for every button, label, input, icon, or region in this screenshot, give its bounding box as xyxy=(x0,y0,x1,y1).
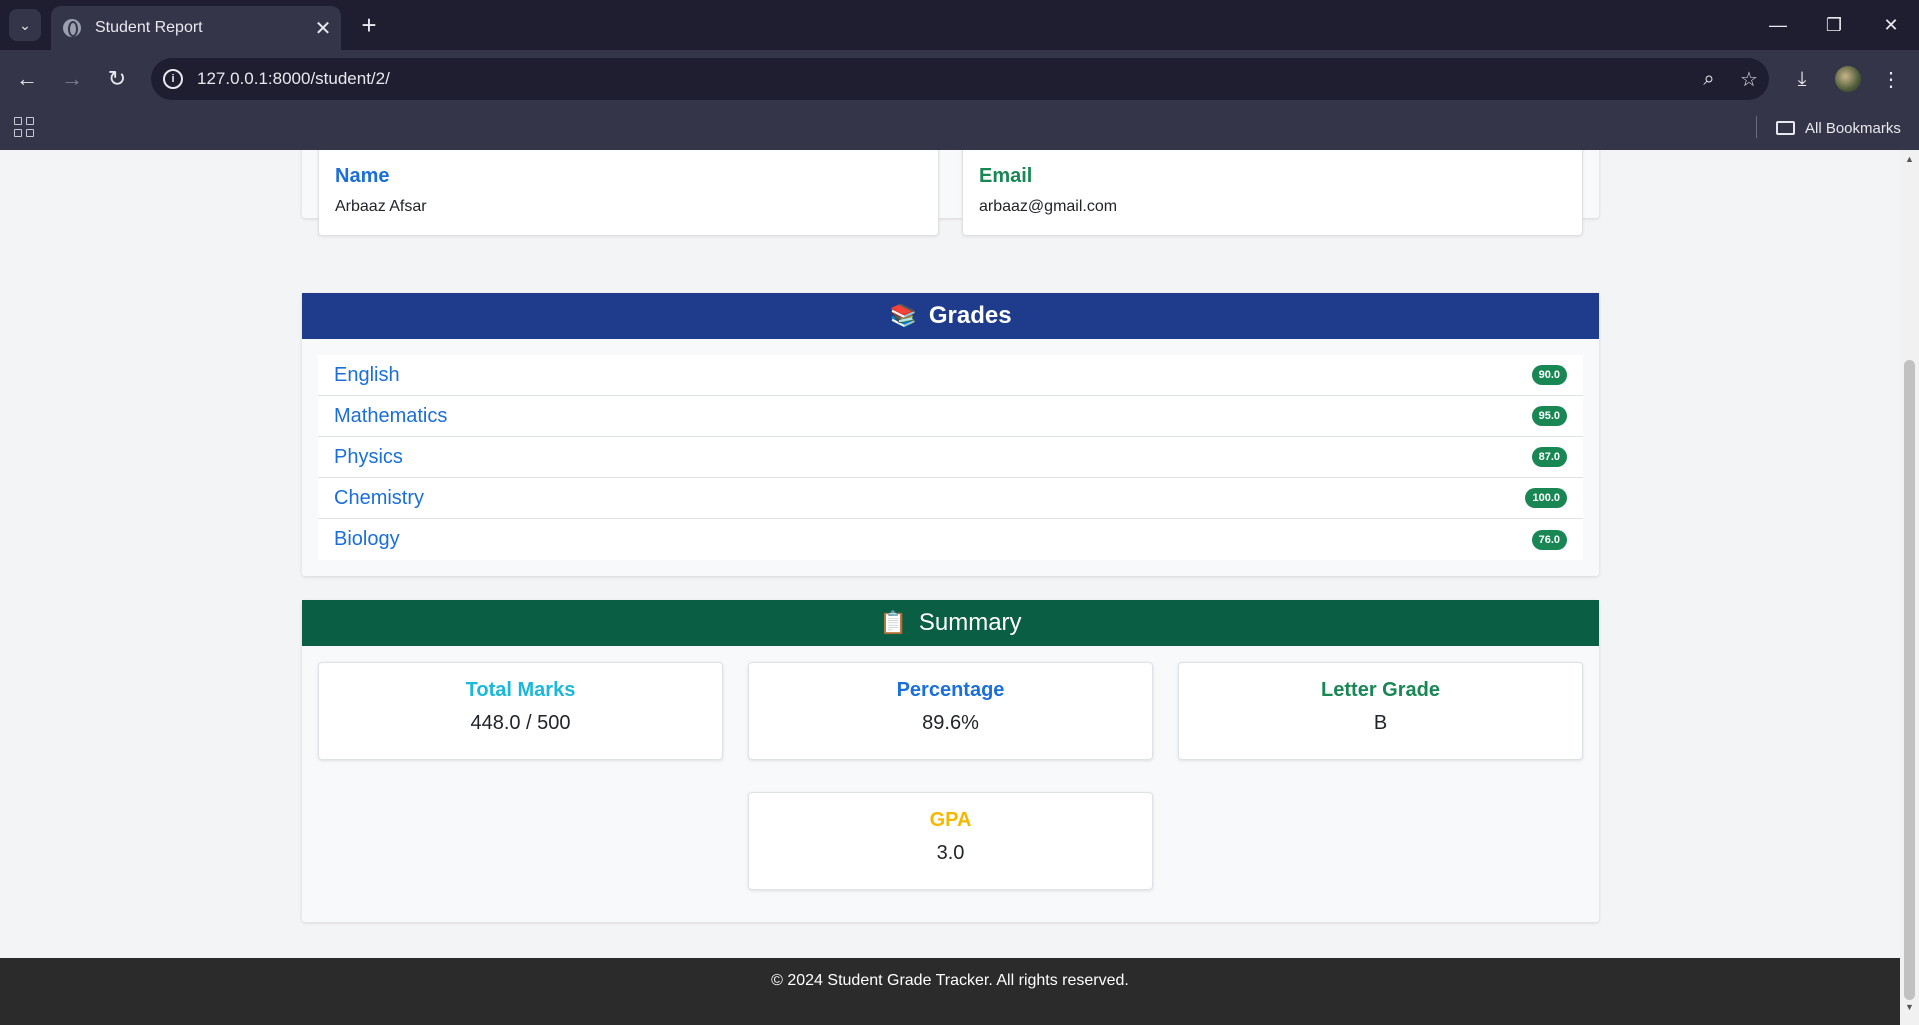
student-info-section: Name Arbaaz Afsar Email arbaaz@gmail.com xyxy=(302,150,1599,236)
grades-header: 📚 Grades xyxy=(302,293,1599,339)
url-text[interactable]: 127.0.0.1:8000/student/2/ xyxy=(197,69,1689,89)
site-info-icon[interactable]: i xyxy=(163,69,183,89)
page-scrollbar[interactable]: ▲ ▼ xyxy=(1900,150,1919,1025)
grades-section: 📚 Grades English 90.0 Mathematics 95.0 P… xyxy=(302,293,1599,576)
subject-name[interactable]: Chemistry xyxy=(334,487,424,510)
clipboard-icon: 📋 xyxy=(879,610,907,635)
address-bar[interactable]: i 127.0.0.1:8000/student/2/ ⌕ ☆ xyxy=(151,58,1769,100)
letter-grade-card: Letter Grade B xyxy=(1178,662,1583,760)
folder-icon xyxy=(1776,121,1795,135)
footer: © 2024 Student Grade Tracker. All rights… xyxy=(0,958,1900,1025)
profile-avatar[interactable] xyxy=(1830,62,1866,96)
list-item: English 90.0 xyxy=(318,355,1583,396)
score-badge: 87.0 xyxy=(1531,447,1567,467)
restore-button[interactable]: ❐ xyxy=(1806,0,1862,50)
list-item: Biology 76.0 xyxy=(318,519,1583,560)
browser-toolbar: ← → ↻ i 127.0.0.1:8000/student/2/ ⌕ ☆ ⤓ … xyxy=(0,50,1919,108)
bookmark-star-icon[interactable]: ☆ xyxy=(1729,67,1769,92)
gpa-card: GPA 3.0 xyxy=(748,792,1153,890)
tab-student-report[interactable]: Student Report ✕ xyxy=(51,6,341,50)
back-icon[interactable]: ← xyxy=(10,62,44,96)
score-badge: 90.0 xyxy=(1531,365,1567,385)
name-label: Name xyxy=(335,165,390,187)
all-bookmarks-button[interactable]: All Bookmarks xyxy=(1776,116,1901,140)
scroll-down-icon[interactable]: ▼ xyxy=(1905,1002,1914,1012)
close-window-button[interactable]: ✕ xyxy=(1863,0,1919,50)
download-icon[interactable]: ⤓ xyxy=(1784,62,1820,96)
gpa-value: 3.0 xyxy=(936,842,965,864)
tab-bar: ⌄ Student Report ✕ + — ❐ ✕ xyxy=(0,0,1919,50)
scroll-up-icon[interactable]: ▲ xyxy=(1905,154,1914,164)
footer-text: © 2024 Student Grade Tracker. All rights… xyxy=(771,972,1129,989)
avatar xyxy=(1835,66,1861,92)
summary-header: 📋 Summary xyxy=(302,600,1599,646)
summary-title: Summary xyxy=(918,609,1022,636)
scroll-thumb[interactable] xyxy=(1904,360,1915,1000)
subject-name[interactable]: Physics xyxy=(334,446,403,469)
email-value: arbaaz@gmail.com xyxy=(979,198,1118,215)
email-label: Email xyxy=(979,165,1033,187)
list-item: Chemistry 100.0 xyxy=(318,478,1583,519)
percentage-label: Percentage xyxy=(896,679,1005,701)
bookmarks-divider xyxy=(1756,116,1757,138)
books-icon: 📚 xyxy=(889,303,917,328)
percentage-card: Percentage 89.6% xyxy=(748,662,1153,760)
subject-name[interactable]: Mathematics xyxy=(334,405,447,428)
score-badge: 100.0 xyxy=(1525,488,1567,508)
name-card: Name Arbaaz Afsar xyxy=(318,150,939,236)
subject-name[interactable]: English xyxy=(334,364,400,387)
letter-grade-value: B xyxy=(1373,712,1388,734)
close-tab-icon[interactable]: ✕ xyxy=(305,16,341,41)
score-badge: 76.0 xyxy=(1531,529,1567,550)
subject-name[interactable]: Biology xyxy=(334,528,400,551)
score-badge: 95.0 xyxy=(1531,406,1567,426)
apps-grid-icon[interactable] xyxy=(14,117,34,137)
grades-title: Grades xyxy=(928,302,1012,329)
new-tab-button[interactable]: + xyxy=(352,8,386,42)
tab-search-button[interactable]: ⌄ xyxy=(9,9,41,41)
tab-title: Student Report xyxy=(95,19,203,36)
summary-section: 📋 Summary Total Marks 448.0 / 500 Percen… xyxy=(302,600,1599,922)
total-marks-label: Total Marks xyxy=(465,679,576,701)
reload-icon[interactable]: ↻ xyxy=(100,62,134,96)
email-card: Email arbaaz@gmail.com xyxy=(962,150,1583,236)
menu-icon[interactable]: ⋮ xyxy=(1873,62,1909,96)
list-item: Physics 87.0 xyxy=(318,437,1583,478)
total-marks-card: Total Marks 448.0 / 500 xyxy=(318,662,723,760)
zoom-icon[interactable]: ⌕ xyxy=(1689,68,1729,91)
percentage-value: 89.6% xyxy=(922,712,979,734)
letter-grade-label: Letter Grade xyxy=(1321,679,1440,701)
grades-list: English 90.0 Mathematics 95.0 Physics 87… xyxy=(318,355,1583,560)
list-item: Mathematics 95.0 xyxy=(318,396,1583,437)
globe-icon xyxy=(63,19,81,37)
forward-icon[interactable]: → xyxy=(55,62,89,96)
page-viewport: Name Arbaaz Afsar Email arbaaz@gmail.com… xyxy=(0,150,1900,1025)
gpa-label: GPA xyxy=(929,809,972,831)
bookmarks-bar xyxy=(0,108,1919,150)
name-value: Arbaaz Afsar xyxy=(335,198,427,215)
all-bookmarks-label: All Bookmarks xyxy=(1805,119,1901,137)
minimize-button[interactable]: — xyxy=(1750,0,1806,50)
total-marks-value: 448.0 / 500 xyxy=(470,712,571,734)
